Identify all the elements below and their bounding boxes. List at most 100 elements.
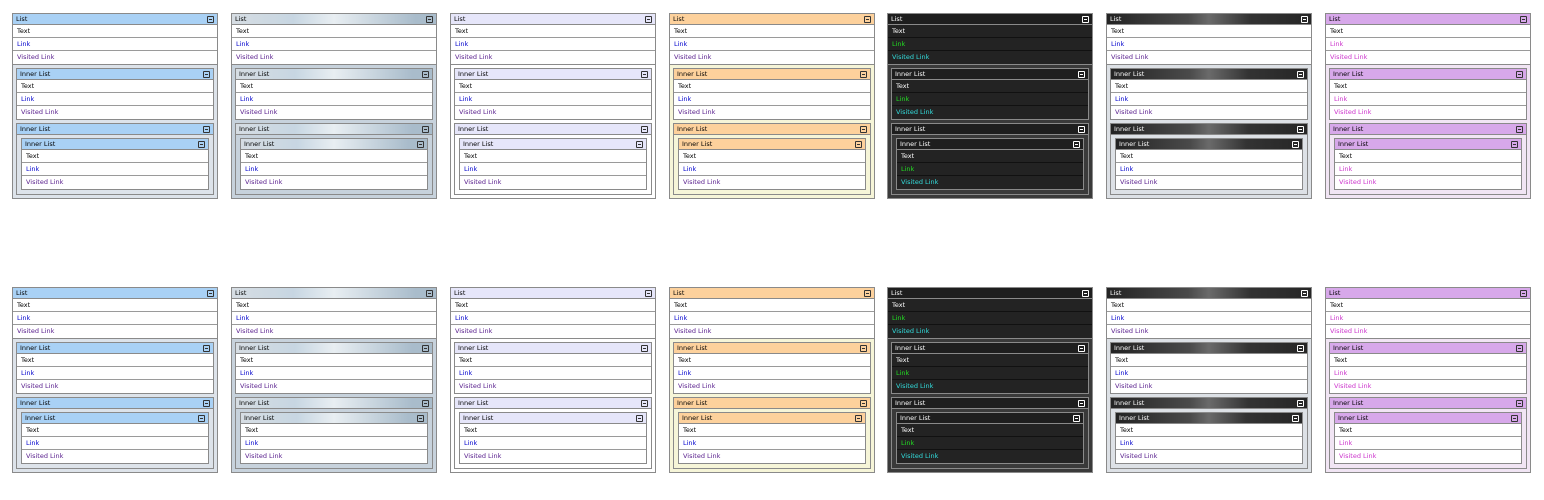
collapse-icon[interactable] xyxy=(422,126,429,133)
nested-inner-list-header[interactable]: Inner List xyxy=(897,139,1083,150)
inner-list-header[interactable]: Inner List xyxy=(455,343,651,354)
list-header[interactable]: List xyxy=(888,288,1092,299)
list-item-visited-link[interactable]: Visited Link xyxy=(17,380,213,393)
collapse-icon[interactable] xyxy=(1516,71,1523,78)
list-item-visited-link[interactable]: Visited Link xyxy=(1107,325,1311,338)
collapse-icon[interactable] xyxy=(855,415,862,422)
inner-list-header[interactable]: Inner List xyxy=(1330,124,1526,135)
inner-list-header[interactable]: Inner List xyxy=(892,69,1088,80)
collapse-icon[interactable] xyxy=(203,126,210,133)
list-item-visited-link[interactable]: Visited Link xyxy=(17,106,213,119)
nested-inner-list-header[interactable]: Inner List xyxy=(1335,413,1521,424)
list-header[interactable]: List xyxy=(451,288,655,299)
list-item-link[interactable]: Link xyxy=(1116,437,1302,450)
list-item-visited-link[interactable]: Visited Link xyxy=(22,450,208,463)
collapse-icon[interactable] xyxy=(426,290,433,297)
nested-inner-list-header[interactable]: Inner List xyxy=(241,139,427,150)
list-item-visited-link[interactable]: Visited Link xyxy=(451,51,655,64)
list-item-visited-link[interactable]: Visited Link xyxy=(888,325,1092,338)
list-item-link[interactable]: Link xyxy=(1107,38,1311,51)
collapse-icon[interactable] xyxy=(636,415,643,422)
collapse-icon[interactable] xyxy=(417,141,424,148)
list-header[interactable]: List xyxy=(670,14,874,25)
collapse-icon[interactable] xyxy=(1082,16,1089,23)
list-item-link[interactable]: Link xyxy=(679,437,865,450)
nested-inner-list-header[interactable]: Inner List xyxy=(241,413,427,424)
inner-list-header[interactable]: Inner List xyxy=(1330,69,1526,80)
collapse-icon[interactable] xyxy=(641,345,648,352)
list-item-visited-link[interactable]: Visited Link xyxy=(241,176,427,189)
list-item-link[interactable]: Link xyxy=(679,163,865,176)
list-item-visited-link[interactable]: Visited Link xyxy=(679,176,865,189)
nested-inner-list-header[interactable]: Inner List xyxy=(679,139,865,150)
nested-inner-list-header[interactable]: Inner List xyxy=(460,413,646,424)
inner-list-header[interactable]: Inner List xyxy=(674,124,870,135)
list-item-visited-link[interactable]: Visited Link xyxy=(897,450,1083,463)
list-item-link[interactable]: Link xyxy=(674,367,870,380)
list-item-visited-link[interactable]: Visited Link xyxy=(892,380,1088,393)
collapse-icon[interactable] xyxy=(636,141,643,148)
list-item-link[interactable]: Link xyxy=(17,93,213,106)
list-item-link[interactable]: Link xyxy=(232,38,436,51)
inner-list-header[interactable]: Inner List xyxy=(1111,124,1307,135)
list-item-visited-link[interactable]: Visited Link xyxy=(888,51,1092,64)
list-item-link[interactable]: Link xyxy=(1326,38,1530,51)
collapse-icon[interactable] xyxy=(1297,71,1304,78)
list-item-link[interactable]: Link xyxy=(1111,367,1307,380)
list-item-visited-link[interactable]: Visited Link xyxy=(1111,106,1307,119)
list-item-link[interactable]: Link xyxy=(888,312,1092,325)
inner-list-header[interactable]: Inner List xyxy=(1330,343,1526,354)
list-item-visited-link[interactable]: Visited Link xyxy=(241,450,427,463)
list-item-link[interactable]: Link xyxy=(232,312,436,325)
list-header[interactable]: List xyxy=(232,288,436,299)
collapse-icon[interactable] xyxy=(645,290,652,297)
collapse-icon[interactable] xyxy=(1297,345,1304,352)
collapse-icon[interactable] xyxy=(1292,415,1299,422)
list-item-visited-link[interactable]: Visited Link xyxy=(451,325,655,338)
list-item-link[interactable]: Link xyxy=(892,93,1088,106)
list-item-link[interactable]: Link xyxy=(888,38,1092,51)
list-item-link[interactable]: Link xyxy=(13,312,217,325)
inner-list-header[interactable]: Inner List xyxy=(674,343,870,354)
inner-list-header[interactable]: Inner List xyxy=(236,69,432,80)
inner-list-header[interactable]: Inner List xyxy=(1330,398,1526,409)
list-item-visited-link[interactable]: Visited Link xyxy=(232,325,436,338)
nested-inner-list-header[interactable]: Inner List xyxy=(1116,139,1302,150)
list-item-link[interactable]: Link xyxy=(1107,312,1311,325)
list-item-visited-link[interactable]: Visited Link xyxy=(1335,450,1521,463)
collapse-icon[interactable] xyxy=(422,71,429,78)
collapse-icon[interactable] xyxy=(855,141,862,148)
list-item-visited-link[interactable]: Visited Link xyxy=(1335,176,1521,189)
list-item-link[interactable]: Link xyxy=(1335,437,1521,450)
list-header[interactable]: List xyxy=(1107,14,1311,25)
list-item-visited-link[interactable]: Visited Link xyxy=(1326,51,1530,64)
collapse-icon[interactable] xyxy=(1073,415,1080,422)
list-item-visited-link[interactable]: Visited Link xyxy=(1330,380,1526,393)
list-header[interactable]: List xyxy=(1107,288,1311,299)
inner-list-header[interactable]: Inner List xyxy=(236,124,432,135)
list-item-link[interactable]: Link xyxy=(22,437,208,450)
inner-list-header[interactable]: Inner List xyxy=(674,69,870,80)
list-item-visited-link[interactable]: Visited Link xyxy=(670,325,874,338)
collapse-icon[interactable] xyxy=(422,345,429,352)
inner-list-header[interactable]: Inner List xyxy=(17,69,213,80)
nested-inner-list-header[interactable]: Inner List xyxy=(897,413,1083,424)
collapse-icon[interactable] xyxy=(1078,71,1085,78)
list-header[interactable]: List xyxy=(1326,288,1530,299)
list-item-link[interactable]: Link xyxy=(451,38,655,51)
list-item-visited-link[interactable]: Visited Link xyxy=(670,51,874,64)
list-item-link[interactable]: Link xyxy=(460,437,646,450)
list-item-visited-link[interactable]: Visited Link xyxy=(236,380,432,393)
collapse-icon[interactable] xyxy=(1297,400,1304,407)
collapse-icon[interactable] xyxy=(1297,126,1304,133)
list-item-link[interactable]: Link xyxy=(670,38,874,51)
nested-inner-list-header[interactable]: Inner List xyxy=(679,413,865,424)
list-item-link[interactable]: Link xyxy=(455,93,651,106)
list-item-link[interactable]: Link xyxy=(17,367,213,380)
collapse-icon[interactable] xyxy=(417,415,424,422)
list-item-link[interactable]: Link xyxy=(670,312,874,325)
collapse-icon[interactable] xyxy=(1516,126,1523,133)
inner-list-header[interactable]: Inner List xyxy=(17,124,213,135)
list-item-link[interactable]: Link xyxy=(451,312,655,325)
collapse-icon[interactable] xyxy=(1078,345,1085,352)
